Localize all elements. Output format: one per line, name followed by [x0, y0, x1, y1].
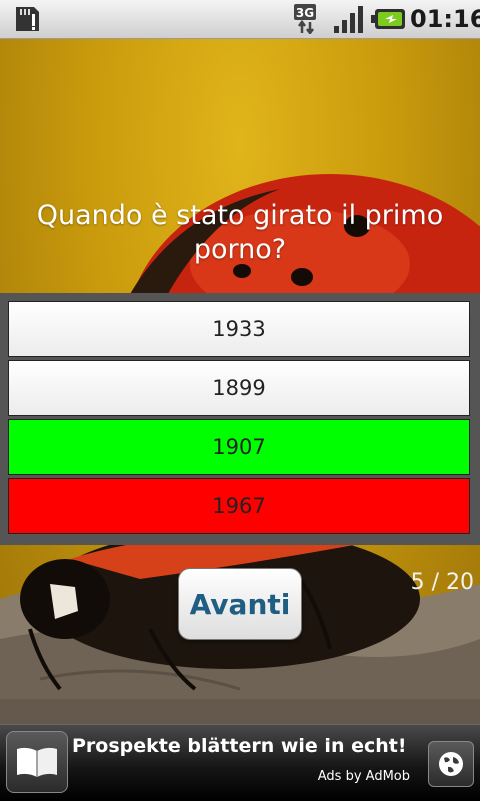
ad-attribution: Ads by AdMob [317, 769, 410, 784]
answer-option-3[interactable]: 1907 [8, 419, 470, 475]
battery-charging-icon [371, 9, 405, 29]
sd-card-icon [16, 7, 39, 31]
network-3g-icon: 3G [294, 4, 316, 34]
status-bar: 3G 01:16 [0, 0, 480, 39]
answer-option-1[interactable]: 1933 [8, 301, 470, 357]
signal-strength-icon [334, 6, 363, 33]
clock: 01:16 [410, 5, 480, 33]
globe-icon[interactable] [428, 741, 474, 787]
next-button[interactable]: Avanti [178, 568, 302, 640]
question-progress: 5 / 20 [410, 570, 474, 595]
answers-panel: 1933 1899 1907 1967 [0, 293, 480, 545]
ad-banner[interactable]: Prospekte blättern wie in echt! Ads by A… [0, 724, 480, 801]
answer-option-4[interactable]: 1967 [8, 478, 470, 534]
network-label: 3G [296, 6, 314, 20]
question-text: Quando è stato girato il primo porno? [36, 200, 444, 265]
ad-text[interactable]: Prospekte blättern wie in echt! [72, 735, 412, 757]
answer-option-2[interactable]: 1899 [8, 360, 470, 416]
book-icon [6, 731, 68, 793]
